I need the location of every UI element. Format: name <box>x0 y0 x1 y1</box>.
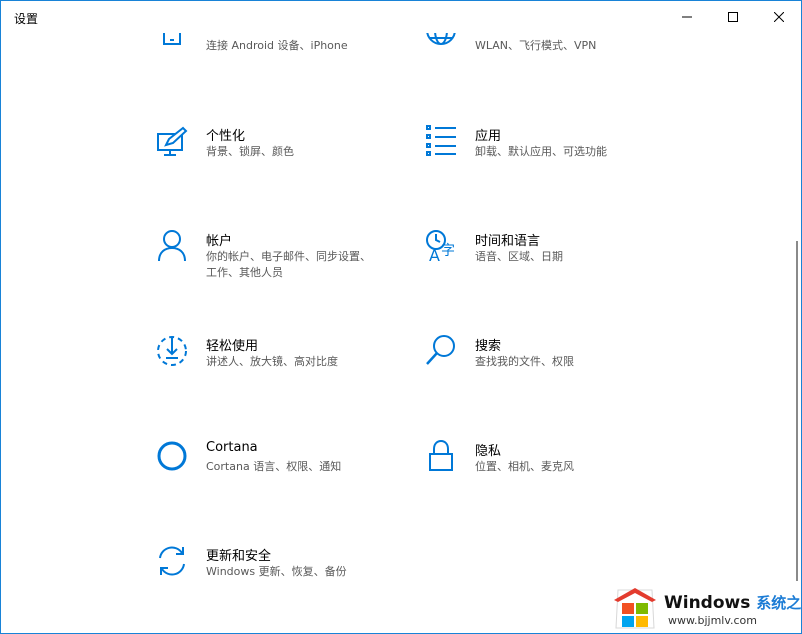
svg-text:字: 字 <box>441 243 455 259</box>
window-title: 设置 <box>14 12 39 26</box>
tile-personalization[interactable]: 个性化 背景、锁屏、颜色 <box>156 125 396 185</box>
tile-desc: 背景、锁屏、颜色 <box>206 145 294 158</box>
watermark-brand-en: Windows <box>664 593 751 613</box>
maximize-button[interactable] <box>710 1 756 33</box>
close-button[interactable] <box>756 1 801 33</box>
tile-desc: 你的帐户、电子邮件、同步设置、工作、其他人员 <box>206 250 371 279</box>
close-icon <box>774 12 784 22</box>
tile-update-security[interactable]: 更新和安全 Windows 更新、恢复、备份 <box>156 545 396 605</box>
tile-name: 轻松使用 <box>206 339 259 354</box>
tile-search[interactable]: 搜索 查找我的文件、权限 <box>425 335 665 395</box>
lock-icon <box>425 440 457 472</box>
tile-accounts[interactable]: 帐户 你的帐户、电子邮件、同步设置、工作、其他人员 <box>156 230 396 290</box>
tile-name: 搜索 <box>475 339 502 354</box>
tile-ease-of-access[interactable]: 轻松使用 讲述人、放大镜、高对比度 <box>156 335 396 395</box>
ease-of-access-icon <box>156 335 188 367</box>
tile-desc: 卸载、默认应用、可选功能 <box>475 145 607 158</box>
tile-name: 更新和安全 <box>206 549 272 564</box>
watermark-brand: Windows 系统之家 <box>664 592 802 613</box>
time-language-icon: A 字 <box>425 230 457 262</box>
maximize-icon <box>728 12 738 22</box>
tile-name: Cortana <box>206 440 258 455</box>
tile-name: 时间和语言 <box>475 234 541 249</box>
tile-privacy[interactable]: 隐私 位置、相机、麦克风 <box>425 440 665 500</box>
watermark: Windows 系统之家 www.bjjmlv.com <box>612 586 802 632</box>
tile-cortana[interactable]: Cortana Cortana 语言、权限、通知 <box>156 440 396 500</box>
tile-name: 应用 <box>475 129 502 144</box>
scrollbar[interactable] <box>796 241 798 581</box>
minimize-button[interactable] <box>664 1 710 33</box>
tile-desc: 连接 Android 设备、iPhone <box>206 39 348 52</box>
windows-logo-icon <box>614 588 656 629</box>
minimize-icon <box>682 16 692 18</box>
tile-desc: 查找我的文件、权限 <box>475 355 574 368</box>
person-icon <box>156 230 188 262</box>
tile-time-language[interactable]: A 字 时间和语言 语音、区域、日期 <box>425 230 665 290</box>
watermark-brand-cn: 系统之家 <box>756 594 802 612</box>
tile-name: 帐户 <box>206 234 233 249</box>
personalization-icon <box>156 125 188 157</box>
tile-apps[interactable]: 应用 卸载、默认应用、可选功能 <box>425 125 665 185</box>
settings-window: 连接 Android 设备、iPhone WLAN、飞行模式、VPN 个性化 背… <box>0 0 802 634</box>
settings-grid: 连接 Android 设备、iPhone WLAN、飞行模式、VPN 个性化 背… <box>1 1 801 633</box>
search-icon <box>425 335 457 367</box>
watermark-url: www.bjjmlv.com <box>668 614 757 627</box>
tile-desc: Windows 更新、恢复、备份 <box>206 565 347 578</box>
tile-name: 个性化 <box>206 129 246 144</box>
title-bar: 设置 <box>1 1 801 33</box>
update-icon <box>156 545 188 577</box>
apps-list-icon <box>425 125 457 157</box>
svg-text:A: A <box>429 246 440 262</box>
tile-desc: 位置、相机、麦克风 <box>475 460 574 473</box>
tile-name: 隐私 <box>475 444 502 459</box>
tile-desc: WLAN、飞行模式、VPN <box>475 39 597 52</box>
tile-desc: 语音、区域、日期 <box>475 250 563 263</box>
cortana-icon <box>156 440 188 472</box>
tile-desc: Cortana 语言、权限、通知 <box>206 460 342 473</box>
tile-desc: 讲述人、放大镜、高对比度 <box>206 355 338 368</box>
